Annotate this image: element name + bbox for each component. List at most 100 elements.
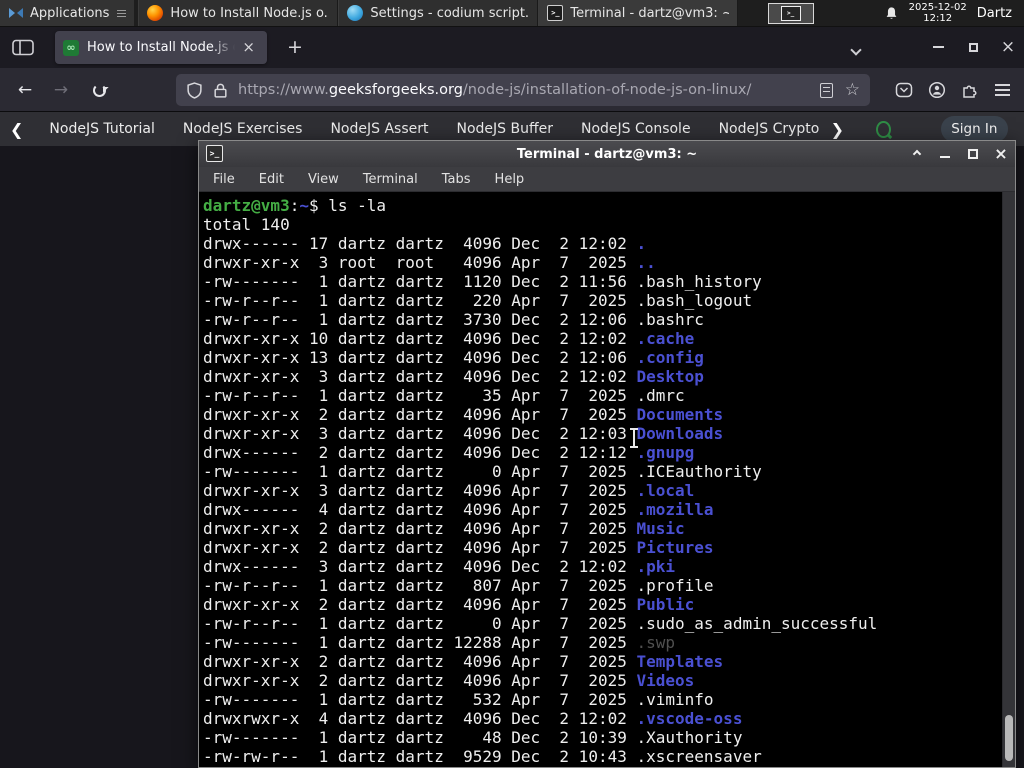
reload-button[interactable] <box>86 78 112 102</box>
nav-scroll-right-icon[interactable]: ❯ <box>831 120 844 139</box>
nav-item[interactable]: NodeJS Assert <box>330 121 428 137</box>
reader-mode-icon[interactable] <box>819 82 833 98</box>
back-button[interactable]: ← <box>12 78 38 102</box>
user-menu[interactable]: Dartz <box>977 6 1016 21</box>
desktop: Applications How to Install Node.js o...… <box>0 0 1024 768</box>
nav-item[interactable]: NodeJS Buffer <box>456 121 553 137</box>
clock-date: 2025-12-02 <box>908 2 967 13</box>
geeksforgeeks-favicon: ∞ <box>63 39 79 56</box>
pocket-icon[interactable] <box>894 81 913 100</box>
terminal-menu-edit[interactable]: Edit <box>259 172 284 187</box>
workspace-switcher[interactable]: >_ <box>767 2 814 24</box>
terminal-line: drwxr-xr-x 10 dartz dartz 4096 Dec 2 12:… <box>203 329 695 348</box>
tab-close-icon[interactable]: × <box>238 39 259 56</box>
url-path: /node-js/installation-of-node-js-on-linu… <box>462 82 752 98</box>
terminal-maximize-button[interactable] <box>965 146 981 162</box>
terminal-window: >_ Terminal - dartz@vm3: ~ × File Edit Vie… <box>198 140 1016 768</box>
terminal-close-button[interactable]: × <box>993 146 1009 162</box>
terminal-menu-view[interactable]: View <box>308 172 339 187</box>
distro-logo-icon <box>9 8 23 18</box>
terminal-line: -rw------- 1 dartz dartz 0 Apr 7 2025 .I… <box>203 462 762 481</box>
toolbar-right-icons <box>894 68 1024 112</box>
terminal-line: -rw------- 1 dartz dartz 12288 Apr 7 202… <box>203 633 676 652</box>
terminal-minimize-button[interactable] <box>937 146 953 162</box>
terminal-line: -rw------- 1 dartz dartz 1120 Dec 2 11:5… <box>203 272 762 291</box>
terminal-window-controls: × <box>909 141 1009 167</box>
terminal-menu-tabs[interactable]: Tabs <box>442 172 471 187</box>
terminal-line: -rw-r--r-- 1 dartz dartz 0 Apr 7 2025 .s… <box>203 614 878 633</box>
browser-maximize-button[interactable] <box>958 33 988 61</box>
panel-window-button-firefox[interactable]: How to Install Node.js o... <box>138 0 339 26</box>
window-button-list: How to Install Node.js o... Settings - co… <box>138 0 739 26</box>
terminal-line: drwx------ 4 dartz dartz 4096 Apr 7 2025… <box>203 500 714 519</box>
navigation-toolbar: ← → https://www.geeksforgeeks.org/node-j… <box>0 68 1024 112</box>
terminal-shade-button[interactable] <box>909 146 925 162</box>
notification-bell-icon[interactable] <box>884 6 899 21</box>
terminal-icon: >_ <box>547 5 564 21</box>
firefox-view-icon[interactable] <box>12 39 34 56</box>
url-domain: geeksforgeeks.org <box>328 82 463 98</box>
browser-minimize-button[interactable] <box>923 33 953 61</box>
top-panel: Applications How to Install Node.js o...… <box>0 0 1024 27</box>
extensions-puzzle-icon[interactable] <box>960 81 979 100</box>
nav-item[interactable]: NodeJS Crypto <box>719 121 820 137</box>
terminal-titlebar[interactable]: >_ Terminal - dartz@vm3: ~ × <box>199 141 1015 167</box>
terminal-line: drwxr-xr-x 2 dartz dartz 4096 Apr 7 2025… <box>203 652 724 671</box>
terminal-line: drwxr-xr-x 2 dartz dartz 4096 Apr 7 2025… <box>203 538 714 557</box>
terminal-line: -rw------- 1 dartz dartz 532 Apr 7 2025 … <box>203 690 714 709</box>
terminal-output[interactable]: dartz@vm3:~$ ls -la total 140 drwx------ 1… <box>199 192 1002 767</box>
clock[interactable]: 2025-12-02 12:12 <box>909 2 967 24</box>
system-tray: 2025-12-02 12:12 Dartz <box>814 0 1024 26</box>
sign-in-button[interactable]: Sign In <box>940 116 1008 142</box>
terminal-line: -rw-rw-r-- 1 dartz dartz 9529 Dec 2 10:4… <box>203 747 762 766</box>
bookmark-star-icon[interactable]: ☆ <box>845 80 860 100</box>
new-tab-button[interactable]: + <box>280 35 310 59</box>
tab-title: How to Install Node.js on <box>87 40 235 55</box>
nav-item[interactable]: NodeJS Tutorial <box>49 121 154 137</box>
terminal-menu-terminal[interactable]: Terminal <box>363 172 418 187</box>
nav-item[interactable]: NodeJS Console <box>581 121 691 137</box>
lock-icon[interactable] <box>212 82 229 99</box>
account-icon[interactable] <box>927 81 946 100</box>
terminal-line: drwxr-xr-x 13 dartz dartz 4096 Dec 2 12:… <box>203 348 704 367</box>
shield-icon[interactable] <box>186 81 203 99</box>
applications-menu-button[interactable]: Applications <box>0 0 135 26</box>
search-icon[interactable] <box>876 120 891 138</box>
codium-icon <box>347 5 364 21</box>
panel-window-button-codium[interactable]: Settings - codium script... <box>338 0 539 26</box>
mouse-cursor <box>630 428 638 448</box>
terminal-menu-help[interactable]: Help <box>495 172 525 187</box>
menu-hamburger-icon[interactable] <box>993 81 1012 100</box>
terminal-line: drwx------ 3 dartz dartz 4096 Dec 2 12:0… <box>203 557 676 576</box>
browser-tab[interactable]: ∞ How to Install Node.js on × <box>55 31 267 64</box>
menu-lines-icon <box>117 9 127 17</box>
nav-item[interactable]: NodeJS Exercises <box>183 121 303 137</box>
nav-scroll-left-icon[interactable]: ❮ <box>10 120 23 139</box>
terminal-line: -rw-r--r-- 1 dartz dartz 35 Apr 7 2025 .… <box>203 386 685 405</box>
list-tabs-chevron-icon[interactable] <box>850 39 862 58</box>
url-bar[interactable]: https://www.geeksforgeeks.org/node-js/in… <box>176 74 870 106</box>
terminal-line: drwxr-xr-x 2 dartz dartz 4096 Apr 7 2025… <box>203 405 724 424</box>
browser-close-button[interactable]: × <box>993 33 1023 61</box>
window-button-label: How to Install Node.js o... <box>170 5 330 21</box>
terminal-line: dartz@vm3:~$ ls -la <box>203 196 387 215</box>
terminal-app-icon: >_ <box>206 145 223 162</box>
terminal-line: -rw------- 1 dartz dartz 48 Dec 2 10:39 … <box>203 728 743 747</box>
terminal-scrollbar-thumb[interactable] <box>1005 715 1013 761</box>
terminal-line: -rw-r--r-- 1 dartz dartz 807 Apr 7 2025 … <box>203 576 714 595</box>
terminal-line: drwxr-xr-x 3 dartz dartz 4096 Dec 2 12:0… <box>203 367 704 386</box>
terminal-line: drwxr-xr-x 2 dartz dartz 4096 Apr 7 2025… <box>203 595 695 614</box>
terminal-line: total 140 <box>203 215 290 234</box>
terminal-title: Terminal - dartz@vm3: ~ <box>516 146 698 162</box>
terminal-scrollbar[interactable] <box>1002 192 1015 767</box>
terminal-menu-file[interactable]: File <box>213 172 235 187</box>
panel-window-button-terminal[interactable]: >_ Terminal - dartz@vm3: ~ <box>538 0 739 26</box>
window-button-label: Terminal - dartz@vm3: ~ <box>570 5 730 21</box>
terminal-line: drwx------ 2 dartz dartz 4096 Dec 2 12:1… <box>203 443 695 462</box>
terminal-line: drwx------ 17 dartz dartz 4096 Dec 2 12:… <box>203 234 647 253</box>
workspace-terminal-icon: >_ <box>780 5 801 21</box>
terminal-line: -rw-r--r-- 1 dartz dartz 220 Apr 7 2025 … <box>203 291 753 310</box>
terminal-line: drwxrwxr-x 4 dartz dartz 4096 Dec 2 12:0… <box>203 709 743 728</box>
forward-button[interactable]: → <box>48 78 74 102</box>
terminal-line: drwxr-xr-x 3 root root 4096 Apr 7 2025 .… <box>203 253 656 272</box>
